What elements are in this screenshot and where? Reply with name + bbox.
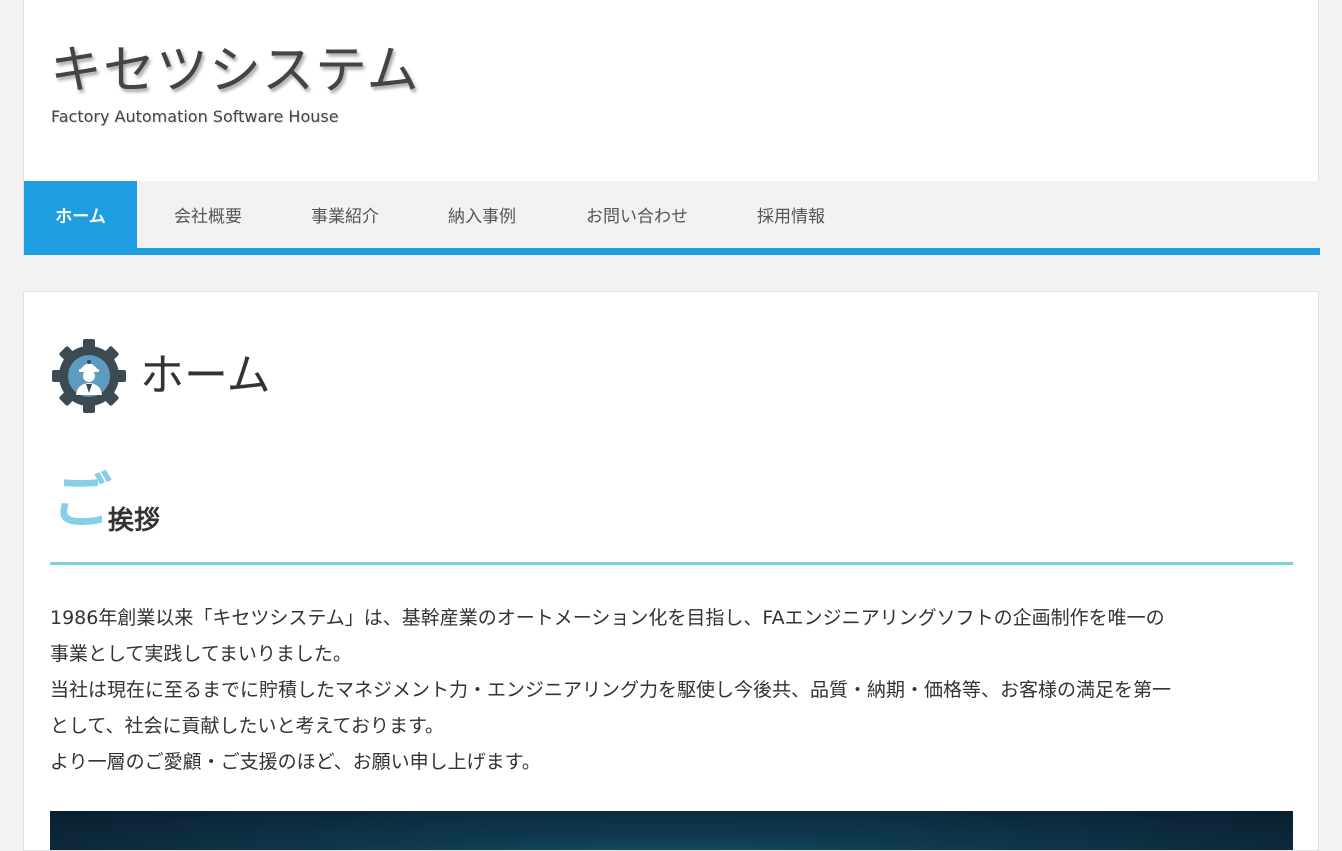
nav-item-contact[interactable]: お問い合わせ [553, 181, 721, 248]
heading-text: 挨拶 [108, 506, 161, 536]
gear-engineer-icon [52, 339, 126, 413]
main-content: ホーム ご 挨拶 1986年創業以来「キセツシステム」は、基幹産業のオートメーシ… [23, 291, 1319, 851]
nav-item-business[interactable]: 事業紹介 [279, 181, 411, 248]
paragraph-line: 当社は現在に至るまでに貯積したマネジメント力・エンジニアリング力を駆使し今後共、… [50, 679, 1172, 701]
nav-item-company[interactable]: 会社概要 [137, 181, 279, 248]
page-title-row: ホーム [50, 337, 271, 415]
paragraph-line: 1986年創業以来「キセツシステム」は、基幹産業のオートメーション化を目指し、F… [50, 607, 1165, 629]
site-tagline: Factory Automation Software House [51, 107, 339, 126]
nav-item-cases[interactable]: 納入事例 [411, 181, 553, 248]
section-heading: ご 挨拶 [50, 467, 1293, 565]
hero-image [50, 811, 1293, 850]
page-title: ホーム [140, 350, 271, 401]
site-title[interactable]: キセツシステム [50, 38, 419, 104]
paragraph-line: として、社会に貢献したいと考えております。 [50, 715, 445, 737]
nav-item-home[interactable]: ホーム [24, 181, 137, 248]
nav-item-recruit[interactable]: 採用情報 [721, 181, 861, 248]
paragraph-line: より一層のご愛顧・ご支援のほど、お願い申し上げます。 [50, 751, 541, 773]
main-nav: ホーム 会社概要 事業紹介 納入事例 お問い合わせ 採用情報 [24, 181, 1320, 255]
heading-first-char: ご [52, 467, 112, 537]
site-header: キセツシステム Factory Automation Software Hous… [23, 0, 1320, 255]
paragraph-line: 事業として実践してまいりました。 [50, 643, 352, 665]
greeting-text: 1986年創業以来「キセツシステム」は、基幹産業のオートメーション化を目指し、F… [50, 600, 1300, 780]
